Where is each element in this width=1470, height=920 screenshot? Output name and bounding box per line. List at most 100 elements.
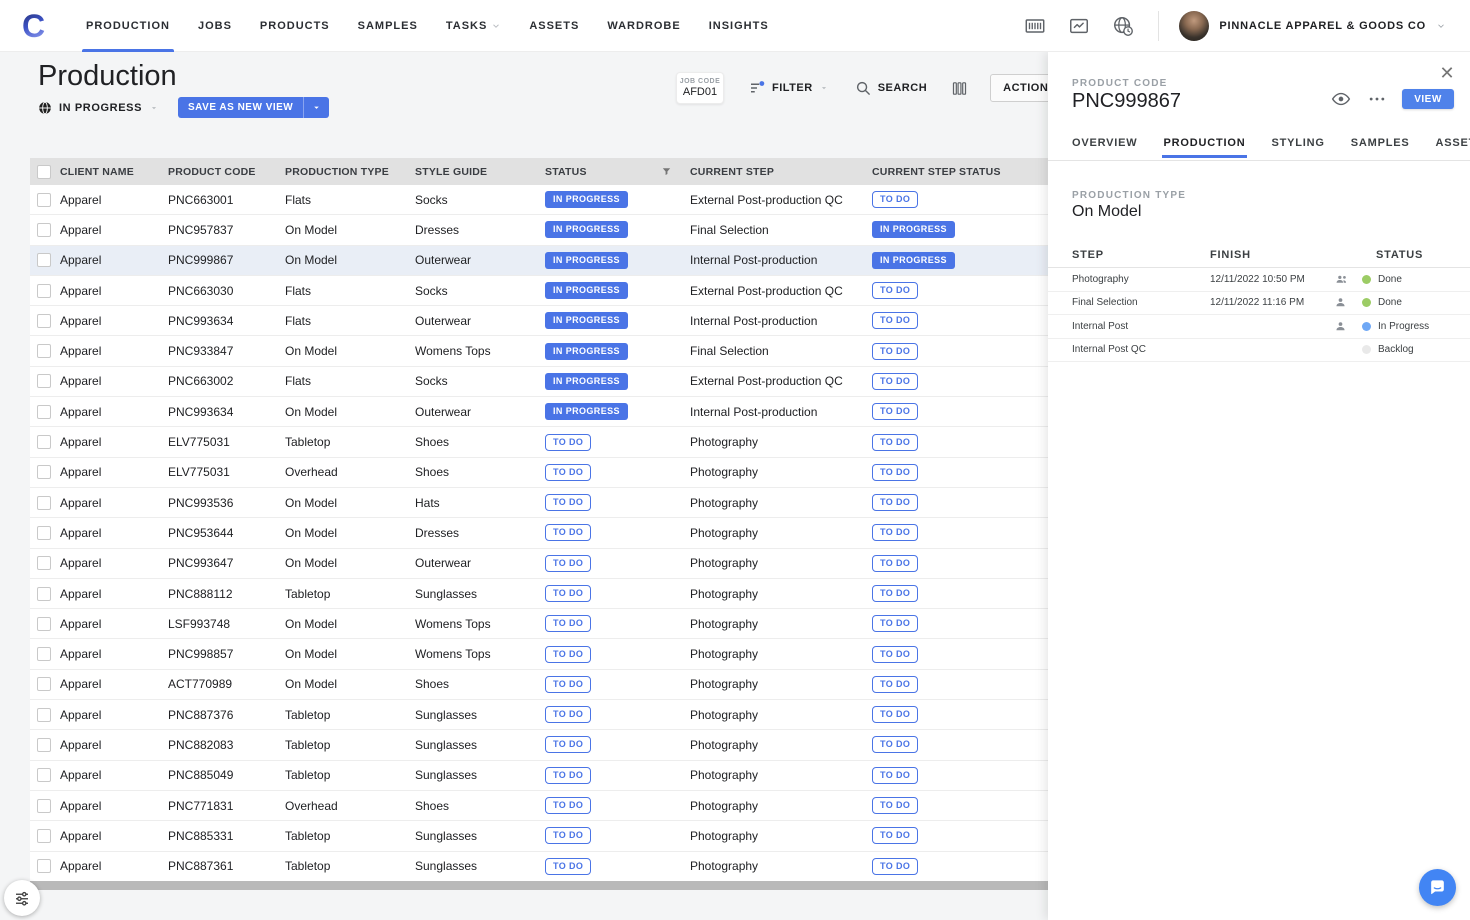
row-checkbox[interactable] (37, 223, 51, 237)
table-row[interactable]: Apparel PNC663001 Flats Socks IN PROGRES… (30, 185, 1048, 215)
column-header-current-step-status[interactable]: CURRENT STEP STATUS (872, 166, 1048, 178)
asset-preview-icon[interactable] (1068, 15, 1090, 37)
step-row[interactable]: Internal Post QC Backlog (1048, 339, 1470, 363)
style-guide-cell: Socks (415, 284, 545, 298)
select-all-checkbox[interactable] (37, 165, 51, 179)
more-options-icon[interactable] (1366, 88, 1388, 110)
current-step-cell: Final Selection (690, 223, 872, 237)
column-filter-icon[interactable] (661, 166, 672, 177)
table-row[interactable]: Apparel PNC933847 On Model Womens Tops I… (30, 336, 1048, 366)
step-row[interactable]: Photography 12/11/2022 10:50 PM Done (1048, 268, 1470, 292)
current-step-cell: Internal Post-production (690, 405, 872, 419)
step-row[interactable]: Final Selection 12/11/2022 11:16 PM Done (1048, 292, 1470, 316)
row-checkbox[interactable] (37, 677, 51, 691)
job-code-chip[interactable]: JOB CODE AFD01 (676, 72, 724, 104)
column-header-client-name[interactable]: CLIENT NAME (60, 166, 168, 178)
production-type-label: PRODUCTION TYPE (1072, 190, 1186, 201)
horizontal-scrollbar[interactable] (30, 881, 1048, 890)
row-checkbox[interactable] (37, 374, 51, 388)
column-header-status[interactable]: STATUS (545, 166, 690, 178)
chevron-down-icon[interactable] (149, 103, 159, 113)
view-button[interactable]: VIEW (1402, 89, 1454, 109)
row-checkbox[interactable] (37, 496, 51, 510)
panel-tab-styling[interactable]: STYLING (1271, 137, 1324, 158)
table-row[interactable]: Apparel ELV775031 Tabletop Shoes TO DO P… (30, 427, 1048, 457)
row-checkbox[interactable] (37, 768, 51, 782)
row-checkbox[interactable] (37, 738, 51, 752)
save-as-new-view-button[interactable]: SAVE AS NEW VIEW (178, 97, 329, 118)
table-row[interactable]: Apparel PNC957837 On Model Dresses IN PR… (30, 215, 1048, 245)
row-checkbox[interactable] (37, 556, 51, 570)
column-header-product-code[interactable]: PRODUCT CODE (168, 166, 285, 178)
row-checkbox[interactable] (37, 617, 51, 631)
current-step-cell: Photography (690, 708, 872, 722)
row-checkbox[interactable] (37, 465, 51, 479)
column-header-style-guide[interactable]: STYLE GUIDE (415, 166, 545, 178)
column-header-production-type[interactable]: PRODUCTION TYPE (285, 166, 415, 178)
table-row[interactable]: Apparel PNC882083 Tabletop Sunglasses TO… (30, 730, 1048, 760)
row-checkbox[interactable] (37, 859, 51, 873)
panel-tab-assets[interactable]: ASSETS (1436, 137, 1470, 158)
table-row[interactable]: Apparel PNC998857 On Model Womens Tops T… (30, 639, 1048, 669)
table-row[interactable]: Apparel PNC953644 On Model Dresses TO DO… (30, 518, 1048, 548)
table-row[interactable]: Apparel PNC888112 Tabletop Sunglasses TO… (30, 579, 1048, 609)
row-checkbox[interactable] (37, 526, 51, 540)
step-row[interactable]: Internal Post In Progress (1048, 315, 1470, 339)
table-row[interactable]: Apparel PNC993647 On Model Outerwear TO … (30, 549, 1048, 579)
column-header-current-step[interactable]: CURRENT STEP (690, 166, 872, 178)
table-row[interactable]: Apparel PNC885331 Tabletop Sunglasses TO… (30, 821, 1048, 851)
barcode-icon[interactable] (1024, 15, 1046, 37)
row-checkbox[interactable] (37, 829, 51, 843)
search-button[interactable]: SEARCH (855, 80, 927, 97)
row-checkbox[interactable] (37, 435, 51, 449)
row-checkbox[interactable] (37, 799, 51, 813)
row-checkbox[interactable] (37, 344, 51, 358)
nav-item-samples[interactable]: SAMPLES (344, 0, 432, 52)
table-row[interactable]: Apparel PNC887361 Tabletop Sunglasses TO… (30, 852, 1048, 882)
table-row[interactable]: Apparel PNC993536 On Model Hats TO DO Ph… (30, 488, 1048, 518)
nav-item-tasks[interactable]: TASKS (432, 0, 515, 52)
table-row[interactable]: Apparel PNC999867 On Model Outerwear IN … (30, 246, 1048, 276)
nav-item-production[interactable]: PRODUCTION (72, 0, 184, 52)
row-checkbox[interactable] (37, 284, 51, 298)
table-row[interactable]: Apparel PNC993634 Flats Outerwear IN PRO… (30, 306, 1048, 336)
eye-icon[interactable] (1330, 88, 1352, 110)
save-view-dropdown-caret[interactable] (304, 102, 329, 113)
panel-tab-samples[interactable]: SAMPLES (1351, 137, 1410, 158)
view-scope-label[interactable]: IN PROGRESS (59, 102, 142, 114)
table-row[interactable]: Apparel PNC887376 Tabletop Sunglasses TO… (30, 700, 1048, 730)
timezone-globe-icon[interactable] (1112, 15, 1134, 37)
filter-button[interactable]: FILTER (748, 79, 829, 97)
panel-tab-overview[interactable]: OVERVIEW (1072, 137, 1138, 158)
close-icon[interactable]: ✕ (1436, 62, 1458, 84)
row-checkbox[interactable] (37, 647, 51, 661)
table-row[interactable]: Apparel PNC993634 On Model Outerwear IN … (30, 397, 1048, 427)
nav-item-products[interactable]: PRODUCTS (246, 0, 344, 52)
table-row[interactable]: Apparel PNC771831 Overhead Shoes TO DO P… (30, 791, 1048, 821)
row-checkbox[interactable] (37, 405, 51, 419)
nav-item-jobs[interactable]: JOBS (184, 0, 246, 52)
view-settings-fab[interactable] (4, 880, 40, 916)
table-row[interactable]: Apparel ACT770989 On Model Shoes TO DO P… (30, 670, 1048, 700)
table-row[interactable]: Apparel LSF993748 On Model Womens Tops T… (30, 609, 1048, 639)
production-type-cell: Tabletop (285, 738, 415, 752)
nav-item-wardrobe[interactable]: WARDROBE (593, 0, 694, 52)
row-checkbox[interactable] (37, 587, 51, 601)
nav-item-insights[interactable]: INSIGHTS (695, 0, 783, 52)
current-step-status-badge: TO DO (872, 706, 918, 723)
table-row[interactable]: Apparel PNC885049 Tabletop Sunglasses TO… (30, 761, 1048, 791)
table-row[interactable]: Apparel PNC663030 Flats Socks IN PROGRES… (30, 276, 1048, 306)
row-checkbox[interactable] (37, 708, 51, 722)
row-checkbox[interactable] (37, 193, 51, 207)
panel-tab-production[interactable]: PRODUCTION (1164, 137, 1246, 158)
app-logo-icon[interactable]: C (22, 6, 60, 46)
product-code-cell: PNC998857 (168, 647, 285, 661)
row-checkbox[interactable] (37, 314, 51, 328)
account-menu[interactable]: PINNACLE APPAREL & GOODS CO (1179, 11, 1446, 41)
columns-button[interactable] (951, 80, 968, 97)
table-row[interactable]: Apparel PNC663002 Flats Socks IN PROGRES… (30, 367, 1048, 397)
chat-launcher-button[interactable] (1419, 869, 1456, 906)
table-row[interactable]: Apparel ELV775031 Overhead Shoes TO DO P… (30, 458, 1048, 488)
nav-item-assets[interactable]: ASSETS (515, 0, 593, 52)
row-checkbox[interactable] (37, 253, 51, 267)
